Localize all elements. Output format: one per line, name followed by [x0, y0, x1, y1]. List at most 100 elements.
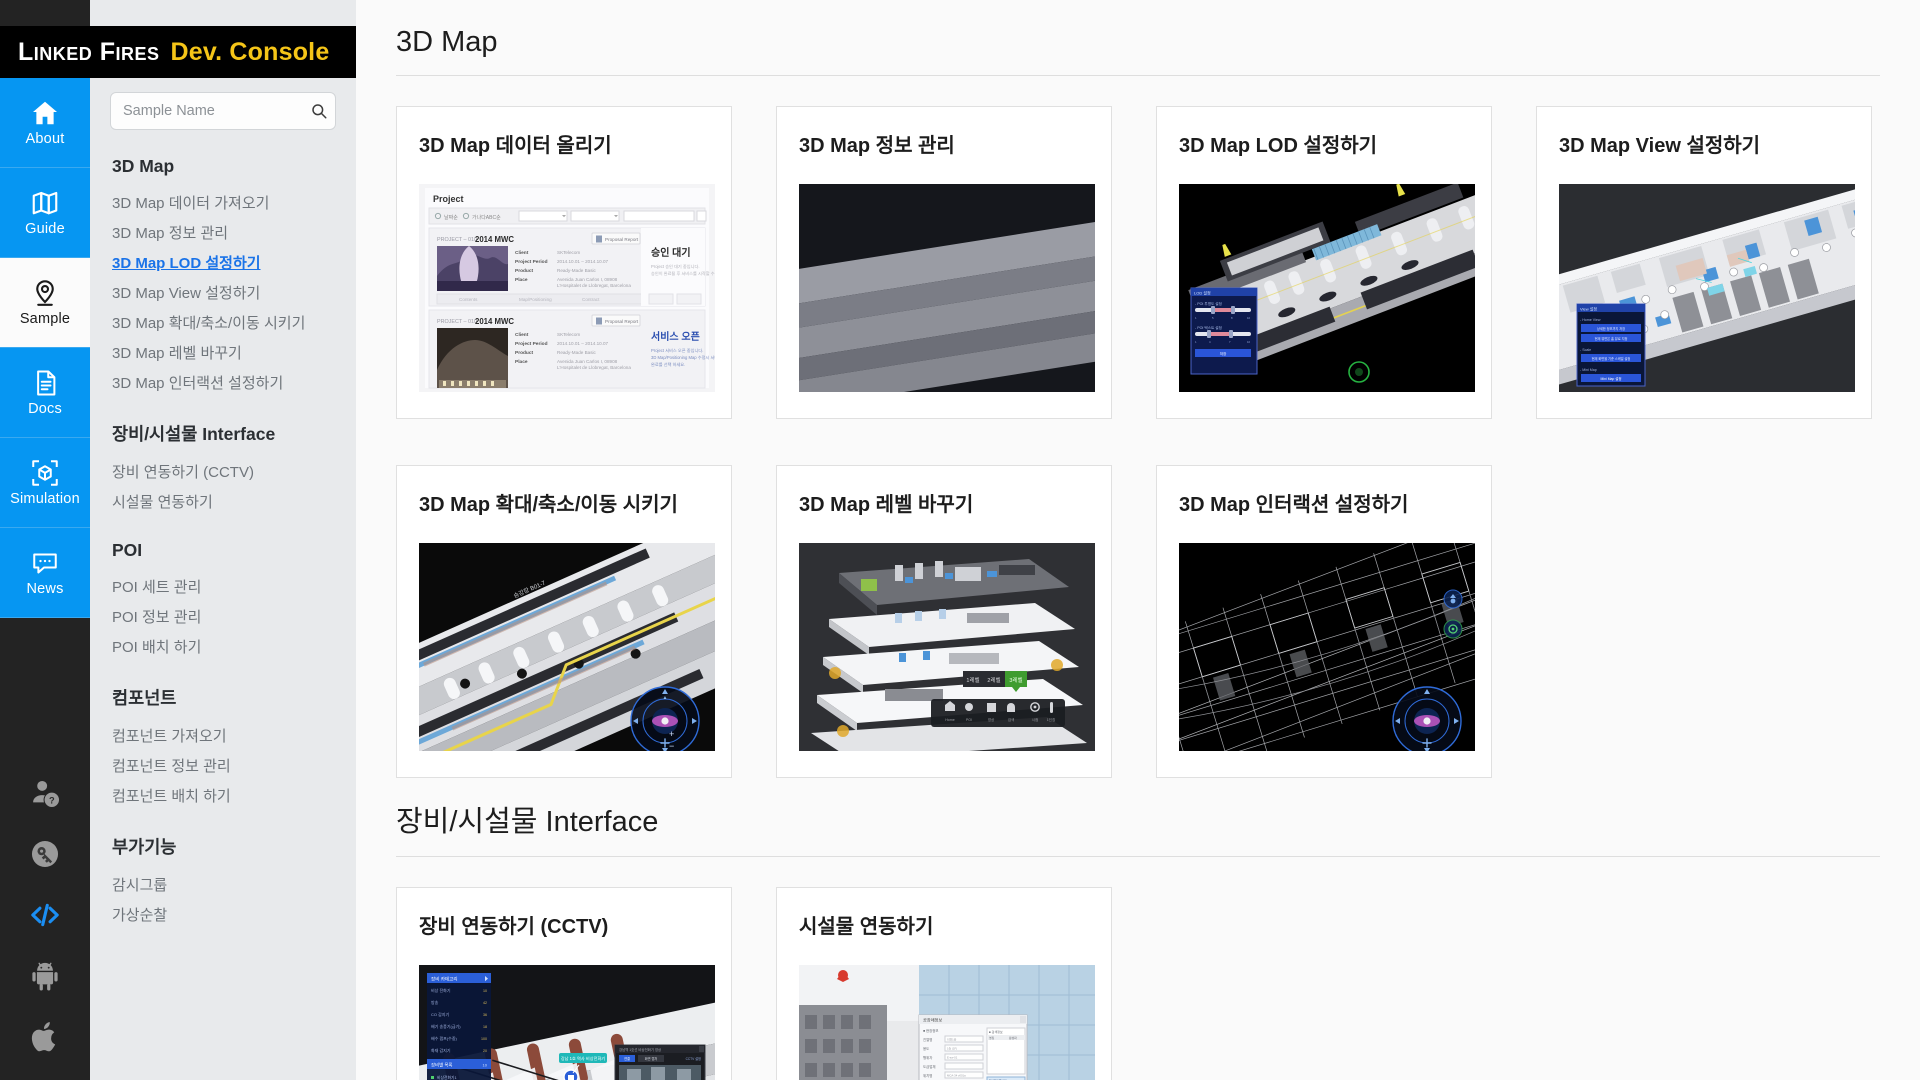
rail-bottom-icons: ? [0, 776, 90, 1080]
rail-item-simulation[interactable]: Simulation [0, 438, 90, 528]
brand-name: Linked Fires [18, 37, 160, 66]
sidebar-link[interactable]: 컴포넌트 가져오기 [90, 722, 356, 752]
sidebar-link[interactable]: 컴포넌트 배치 하기 [90, 782, 356, 812]
map-icon [30, 188, 60, 218]
pin-icon [30, 278, 60, 308]
svg-text:배수 펌프(수중): 배수 펌프(수중) [431, 1035, 458, 1041]
sidebar-link[interactable]: 시설물 연동하기 [90, 488, 356, 518]
svg-text:지하1층: 지하1층 [947, 1038, 957, 1042]
rail-item-docs[interactable]: Docs [0, 348, 90, 438]
sidebar-group: 부가기능감시그룹 가상순찰 [90, 834, 356, 931]
svg-text:현재 화면을 기준 스케일 설정: 현재 화면을 기준 스케일 설정 [1592, 356, 1631, 361]
card-title: 장비 연동하기 (CCTV) [419, 916, 609, 938]
svg-text:화재 감지기: 화재 감지기 [431, 1047, 451, 1053]
sidebar-group: POI POI 세트 관리 POI 정보 관리 POI 배치 하기 [90, 540, 356, 663]
sample-card[interactable]: 3D Map 인터랙션 설정하기 [1156, 465, 1492, 778]
svg-text:10: 10 [483, 989, 487, 993]
svg-text:42: 42 [483, 1001, 487, 1005]
sample-card[interactable]: 3D Map LOD 설정하기 LOD 설정 - POI 투명도 설정 1 5 8 10- … [1156, 106, 1492, 419]
sidebar-link[interactable]: 3D Map LOD 설정하기 [90, 249, 356, 279]
svg-text:10: 10 [483, 1063, 488, 1068]
svg-text:도급업체: 도급업체 [923, 1064, 935, 1069]
home-icon [30, 98, 60, 128]
sidebar-link[interactable]: 컴포넌트 정보 관리 [90, 752, 356, 782]
card-thumbnail[interactable]: 승강장 B01-7 ▲ + − [419, 543, 715, 751]
sidebar-link[interactable]: 감시그룹 [90, 871, 356, 901]
sample-card[interactable]: 시설물 연동하기공장애정보■ 현장정보진열명용도행위자도급업체위치명작업범위난이… [776, 887, 1112, 1080]
card-thumbnail[interactable]: 장비 카테고리 비상 전화기 방송 CO 감지기 배기 송풍기(급기) 배수 펌프(수중)… [419, 965, 715, 1080]
key-icon[interactable] [28, 837, 62, 871]
user-help-icon[interactable]: ? [28, 776, 62, 810]
sample-card[interactable]: 3D Map 확대/축소/이동 시키기 승강장 B01-7 ▲ + − [396, 465, 732, 778]
svg-text:Home: Home [945, 718, 955, 722]
rail-item-sample[interactable]: Sample [0, 258, 90, 348]
sidebar-group: 3D Map 3D Map 데이터 가져오기 3D Map 정보 관리 3D Map … [90, 156, 356, 399]
svg-text:현재 뷰면은 홈 뷰로 지정: 현재 뷰면은 홈 뷰로 지정 [1595, 336, 1628, 341]
brand-suffix: Dev. Console [170, 37, 330, 66]
card-title: 3D Map 인터랙션 설정하기 [1179, 494, 1409, 516]
card-row: 3D Map 확대/축소/이동 시키기 승강장 B01-7 ▲ + −3D Map 레벨… [396, 465, 1880, 778]
sidebar-link[interactable]: 3D Map 정보 관리 [90, 219, 356, 249]
rail-item-guide-label: Guide [25, 221, 65, 238]
rail-item-guide[interactable]: Guide [0, 168, 90, 258]
sidebar-nav: 3D Map 3D Map 데이터 가져오기 3D Map 정보 관리 3D Map … [90, 130, 356, 931]
svg-text:승인이 완료될 후 서비스를 시작할 수 있습니다.: 승인이 완료될 후 서비스를 시작할 수 있습니다. [651, 270, 715, 277]
code-icon[interactable] [28, 898, 62, 932]
card-thumbnail[interactable] [1179, 543, 1475, 751]
card-thumbnail[interactable]: 1레벨 2레벨 3레벨 Home POI 영상 검색 시점 1인칭 [799, 543, 1095, 751]
sidebar-link[interactable]: 3D Map 데이터 가져오기 [90, 189, 356, 219]
svg-text:L'Hospitalet de Llobregat, Bar: L'Hospitalet de Llobregat, Barcelona [557, 283, 631, 288]
search-box[interactable] [110, 92, 336, 130]
card-thumbnail[interactable]: 공장애정보■ 현장정보진열명용도행위자도급업체위치명작업범위난이범위운영범위활용… [799, 965, 1095, 1080]
sidebar-link[interactable]: 3D Map 레벨 바꾸기 [90, 339, 356, 369]
svg-text:2014.10.01 – 2014.10.07: 2014.10.01 – 2014.10.07 [557, 341, 609, 346]
apple-icon[interactable] [28, 1020, 62, 1054]
main-content: 3D Map 3D Map 데이터 올리기 Project 날짜순 가나다ABC순 PRO… [356, 0, 1920, 1080]
svg-text:가나다ABC순: 가나다ABC순 [472, 214, 501, 221]
svg-text:검색: 검색 [1008, 717, 1015, 722]
svg-text:Project 서비스 오픈 중입니다.: Project 서비스 오픈 중입니다. [651, 347, 703, 354]
svg-text:Mini Map 설정: Mini Map 설정 [1601, 376, 1622, 381]
svg-text:2014 MWC: 2014 MWC [475, 235, 514, 244]
android-icon[interactable] [28, 959, 62, 993]
icon-rail: About Guide Sample Docs Simulation News … [0, 0, 90, 1080]
card-thumbnail[interactable]: Project 날짜순 가나다ABC순 PROJECT – 010 2014 MWC Pr… [419, 184, 715, 392]
card-title: 3D Map 정보 관리 [799, 135, 955, 157]
svg-text:2014 MWC: 2014 MWC [475, 317, 514, 326]
sample-card[interactable]: 장비 연동하기 (CCTV) 장비 카테고리 비상 전화기 방송 CO 감지기 배기 송풍… [396, 887, 732, 1080]
search-wrap [90, 78, 356, 130]
sidebar-link[interactable]: 가상순찰 [90, 901, 356, 931]
svg-text:영상: 영상 [988, 717, 995, 722]
card-title: 시설물 연동하기 [799, 916, 934, 938]
sidebar-group-title: 부가기능 [112, 837, 177, 857]
sample-card[interactable]: 3D Map View 설정하기 View 설정 - Home View 상세한 정보… [1536, 106, 1872, 419]
sidebar-link[interactable]: POI 정보 관리 [90, 603, 356, 633]
search-icon[interactable] [310, 102, 328, 120]
cube-icon [30, 458, 60, 488]
sidebar-link[interactable]: POI 배치 하기 [90, 633, 356, 663]
sidebar-link[interactable]: 장비 연동하기 (CCTV) [90, 458, 356, 488]
sidebar-link[interactable]: 3D Map 인터랙션 설정하기 [90, 369, 356, 399]
sidebar-link[interactable]: POI 세트 관리 [90, 573, 356, 603]
card-thumbnail[interactable] [799, 184, 1095, 392]
svg-text:E-sw-01: E-sw-01 [947, 1056, 958, 1060]
sample-card[interactable]: 3D Map 데이터 올리기 Project 날짜순 가나다ABC순 PROJECT –… [396, 106, 732, 419]
svg-text:SKTelecom: SKTelecom [557, 332, 580, 337]
svg-text:10: 10 [1247, 340, 1251, 344]
card-thumbnail[interactable]: LOD 설정 - POI 투명도 설정 1 5 8 10- POI 텍스트 설정 1 4 7 10… [1179, 184, 1475, 392]
svg-text:2레벨: 2레벨 [987, 676, 1000, 684]
sample-card[interactable]: 3D Map 정보 관리 [776, 106, 1112, 419]
rail-item-about[interactable]: About [0, 78, 90, 168]
svg-text:비상전화기1: 비상전화기1 [437, 1075, 457, 1080]
svg-text:- Mini Map: - Mini Map [1580, 368, 1597, 372]
svg-text:Map/Positioning: Map/Positioning [519, 297, 552, 302]
search-input[interactable] [123, 103, 310, 119]
card-thumbnail[interactable]: View 설정 - Home View 상세한 정보까지 저장 현재 뷰면은 홈 뷰로… [1559, 184, 1855, 392]
sample-card[interactable]: 3D Map 레벨 바꾸기 1레벨 2레벨 3레벨 Home POI 영상 검색 시점 1인칭 [776, 465, 1112, 778]
sidebar-link[interactable]: 3D Map 확대/축소/이동 시키기 [90, 309, 356, 339]
rail-item-news[interactable]: News [0, 528, 90, 618]
sidebar-group-title: POI [112, 540, 143, 560]
sidebar-link[interactable]: 3D Map View 설정하기 [90, 279, 356, 309]
svg-text:2014.10.01 – 2014.10.07: 2014.10.01 – 2014.10.07 [557, 259, 609, 264]
svg-text:위치명: 위치명 [923, 1073, 932, 1078]
